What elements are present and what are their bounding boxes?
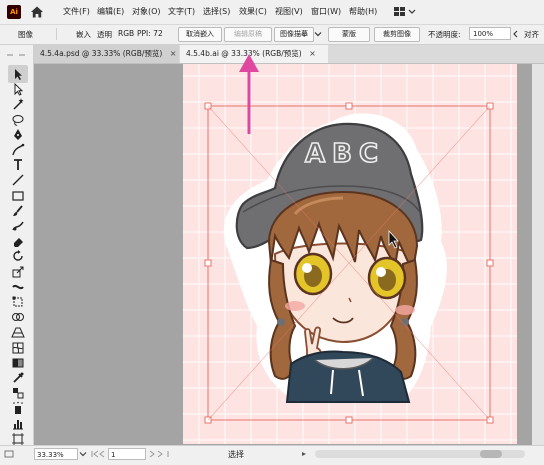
- panel-toggle-icon[interactable]: [3, 449, 29, 459]
- mesh-tool-icon[interactable]: [11, 341, 25, 355]
- left-eye-shine: [302, 263, 312, 273]
- opacity-field[interactable]: 100%: [469, 27, 511, 40]
- type-tool-icon[interactable]: [11, 158, 25, 172]
- annotation-arrow-icon: [236, 50, 262, 138]
- eyedropper-tool-icon[interactable]: [11, 371, 25, 385]
- gradient-tool-icon[interactable]: [11, 356, 25, 370]
- object-type-label: 图像: [18, 30, 33, 39]
- tab-psd-document[interactable]: 4.5.4a.psd @ 33.33% (RGB/预览) ×: [34, 45, 179, 63]
- transparency-label: 透明: [97, 30, 112, 39]
- shaper-tool-icon[interactable]: [11, 219, 25, 233]
- mask-button[interactable]: 蒙版: [328, 27, 370, 42]
- tab-close-icon[interactable]: ×: [170, 49, 177, 58]
- right-blush: [395, 305, 415, 315]
- right-eye-shine: [376, 267, 386, 277]
- curvature-tool-icon[interactable]: [11, 143, 25, 157]
- width-tool-icon[interactable]: [11, 280, 25, 294]
- zoom-field[interactable]: 33.33%: [34, 448, 78, 460]
- eraser-tool-icon[interactable]: [11, 234, 25, 248]
- home-icon[interactable]: [30, 5, 44, 19]
- tab-label: 4.5.4a.psd @ 33.33% (RGB/预览): [40, 49, 163, 58]
- perspective-grid-tool-icon[interactable]: [11, 325, 25, 339]
- free-transform-tool-icon[interactable]: [11, 295, 25, 309]
- artboard-tool-icon[interactable]: [11, 432, 25, 446]
- menu-object[interactable]: 对象(O): [132, 6, 161, 18]
- line-tool-icon[interactable]: [11, 173, 25, 187]
- hat-text: ABC: [305, 139, 385, 169]
- rectangle-tool-icon[interactable]: [11, 189, 25, 203]
- artboard[interactable]: ABC: [183, 64, 517, 444]
- blend-tool-icon[interactable]: [11, 386, 25, 400]
- link-info-label: 嵌入: [76, 30, 91, 39]
- image-trace-button[interactable]: 图像描摹: [274, 27, 314, 42]
- paintbrush-tool-icon[interactable]: [11, 204, 25, 218]
- shape-builder-tool-icon[interactable]: [11, 310, 25, 324]
- menu-edit[interactable]: 编辑(E): [97, 6, 124, 18]
- panel-collapse-icon[interactable]: [5, 50, 27, 56]
- symbol-sprayer-tool-icon[interactable]: [11, 401, 25, 415]
- separator: [56, 28, 57, 40]
- color-mode-label: RGB: [118, 29, 135, 38]
- selection-tool-icon[interactable]: [11, 67, 25, 81]
- image-trace-dropdown-icon[interactable]: [313, 29, 323, 39]
- left-hair-tie: [277, 318, 285, 326]
- page-number-field[interactable]: 1: [108, 448, 146, 460]
- rotate-tool-icon[interactable]: [11, 249, 25, 263]
- tab-close-icon[interactable]: ×: [309, 49, 316, 58]
- app-logo: Ai: [7, 5, 21, 19]
- crop-image-button[interactable]: 裁剪图像: [374, 27, 420, 42]
- workspace-switcher-icon[interactable]: [393, 6, 417, 18]
- artboard-artwork: ABC: [183, 64, 517, 444]
- status-text: 选择: [228, 450, 244, 459]
- opacity-label: 不透明度:: [428, 30, 461, 39]
- menu-select[interactable]: 选择(S): [203, 6, 230, 18]
- column-graph-tool-icon[interactable]: [11, 417, 25, 431]
- menu-type[interactable]: 文字(T): [168, 6, 195, 18]
- menu-help[interactable]: 帮助(H): [349, 6, 377, 18]
- pen-tool-icon[interactable]: [11, 128, 25, 142]
- direct-selection-tool-icon[interactable]: [11, 82, 25, 96]
- menu-file[interactable]: 文件(F): [63, 6, 90, 18]
- unembed-button[interactable]: 取消嵌入: [178, 27, 222, 42]
- lasso-tool-icon[interactable]: [11, 113, 25, 127]
- magic-wand-tool-icon[interactable]: [11, 97, 25, 111]
- zoom-dropdown-icon[interactable]: [79, 450, 87, 458]
- first-page-icon[interactable]: [90, 450, 106, 458]
- opacity-dropdown-icon[interactable]: [512, 29, 520, 39]
- menu-view[interactable]: 视图(V): [275, 6, 303, 18]
- menu-window[interactable]: 窗口(W): [311, 6, 341, 18]
- status-menu-icon[interactable]: [300, 450, 308, 458]
- align-label[interactable]: 对齐: [524, 29, 539, 40]
- menu-effect[interactable]: 效果(C): [239, 6, 267, 18]
- ppi-label: PPI: 72: [137, 29, 163, 38]
- scale-tool-icon[interactable]: [11, 265, 25, 279]
- left-blush: [285, 301, 305, 311]
- horizontal-scrollbar-thumb[interactable]: [480, 450, 502, 458]
- next-page-icon[interactable]: [148, 450, 174, 458]
- edit-original-button[interactable]: 编辑原稿: [224, 27, 272, 42]
- vertical-scrollbar[interactable]: [532, 64, 544, 445]
